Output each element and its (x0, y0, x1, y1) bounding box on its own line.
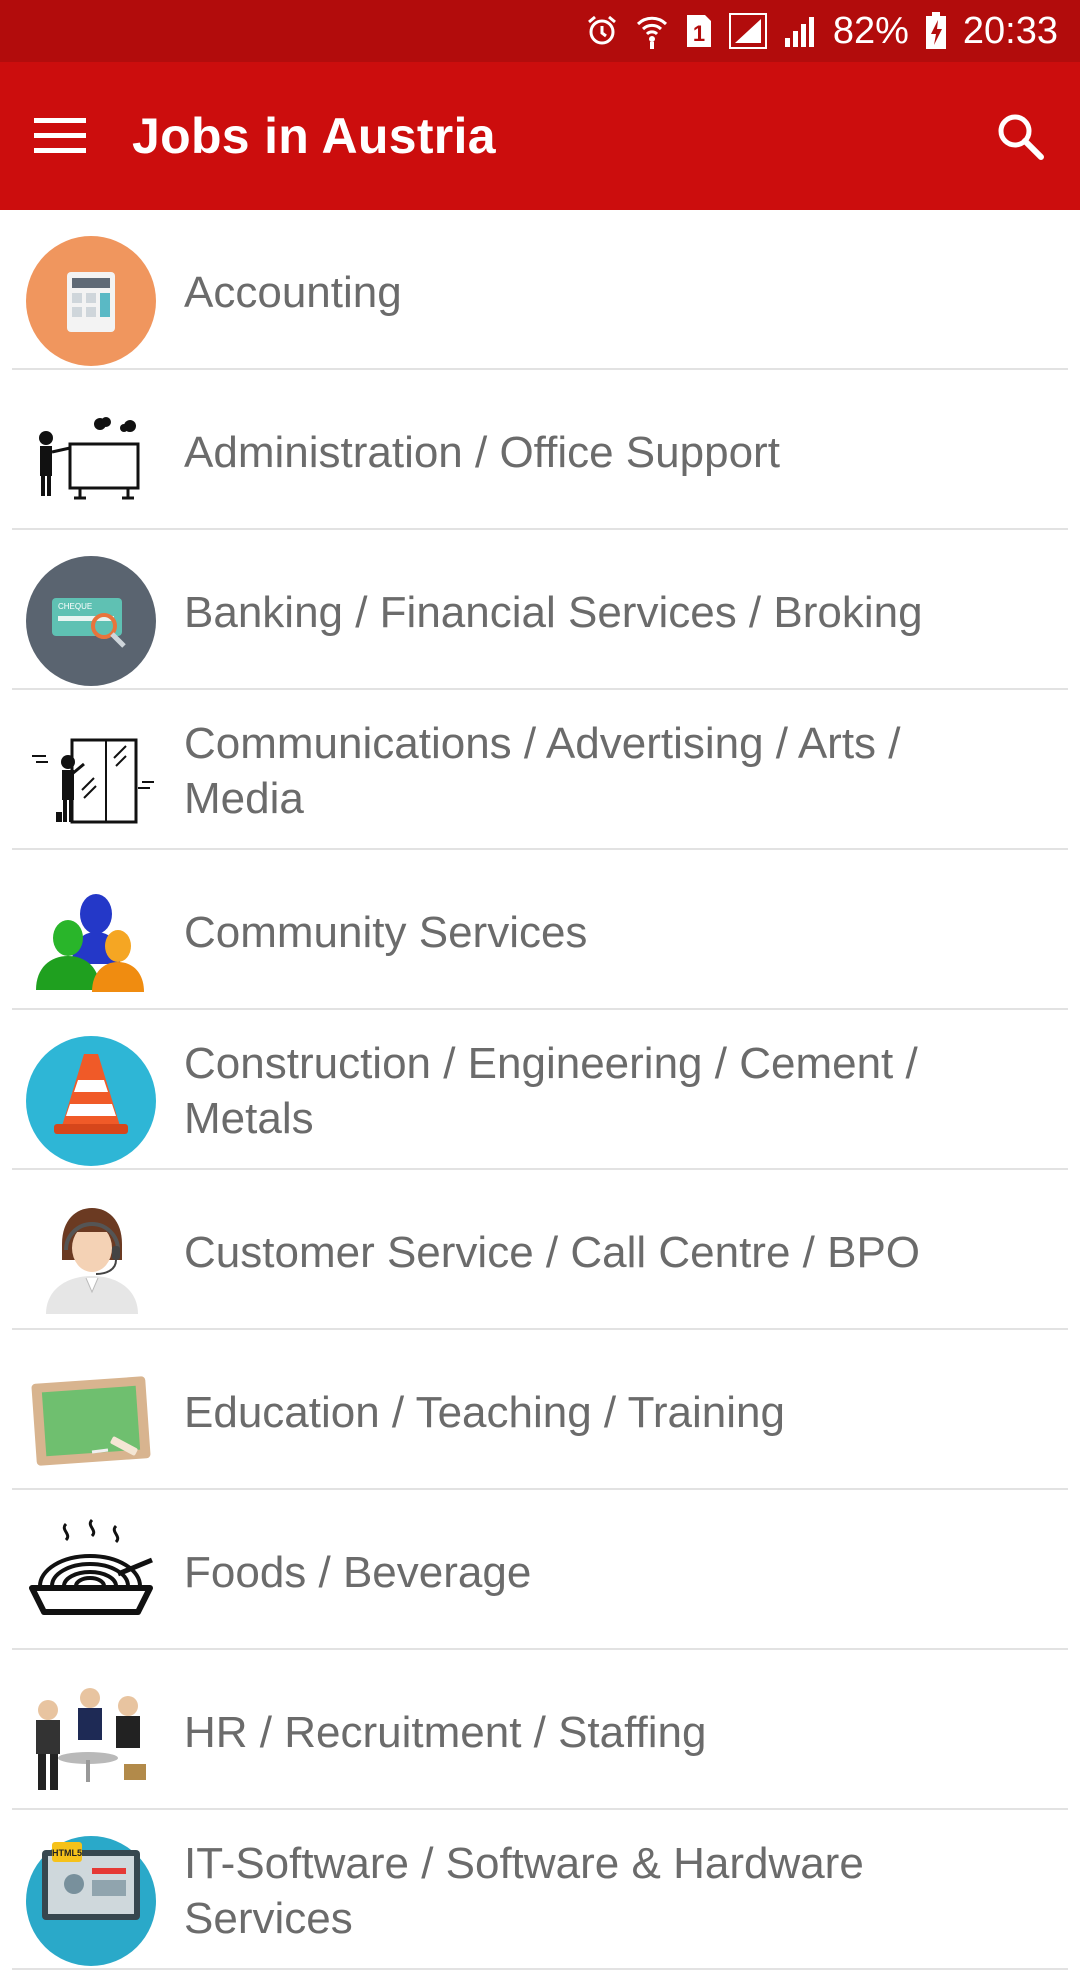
clock: 20:33 (962, 9, 1058, 52)
search-icon[interactable] (990, 106, 1050, 166)
list-item-label: IT-Software / Software & Hardware Servic… (184, 1839, 864, 1943)
people-group-icon (26, 876, 156, 1006)
list-item-label: Foods / Beverage (184, 1548, 532, 1597)
list-item-label: Education / Teaching / Training (184, 1388, 785, 1437)
app-bar: Jobs in Austria (0, 62, 1080, 210)
list-item-education[interactable]: Education / Teaching / Training (12, 1330, 1068, 1490)
status-bar: 1 82% 20:33 (0, 0, 1080, 62)
signal-strength-icon (728, 13, 767, 49)
list-item-label: HR / Recruitment / Staffing (184, 1708, 707, 1757)
list-item-label: Community Services (184, 908, 588, 957)
traffic-cone-icon (26, 1036, 156, 1166)
list-item-it-software[interactable]: HTML5 IT-Software / Software & Hardware … (12, 1810, 1068, 1970)
hamburger-menu-icon[interactable] (30, 106, 90, 166)
battery-charging-icon (925, 12, 947, 50)
business-people-icon (26, 1676, 156, 1806)
noodle-bowl-icon (26, 1516, 156, 1646)
list-item-label: Banking / Financial Services / Broking (184, 588, 923, 637)
headset-agent-icon (26, 1196, 156, 1326)
svg-text:1: 1 (693, 21, 705, 46)
page-title: Jobs in Austria (132, 108, 496, 164)
wifi-calling-icon (635, 12, 669, 50)
list-item-administration[interactable]: Administration / Office Support (12, 370, 1068, 530)
list-item-hr[interactable]: HR / Recruitment / Staffing (12, 1650, 1068, 1810)
cheque-icon: CHEQUE (26, 556, 156, 686)
sim-badge: 1 (685, 13, 713, 49)
list-item-communications[interactable]: Communications / Advertising / Arts / Me… (12, 690, 1068, 850)
calculator-icon (26, 236, 156, 366)
list-item-customer-service[interactable]: Customer Service / Call Centre / BPO (12, 1170, 1068, 1330)
battery-percent: 82% (832, 9, 909, 52)
list-item-foods[interactable]: Foods / Beverage (12, 1490, 1068, 1650)
list-item-banking[interactable]: CHEQUE Banking / Financial Services / Br… (12, 530, 1068, 690)
list-item-label: Customer Service / Call Centre / BPO (184, 1228, 921, 1277)
list-item-accounting[interactable]: Accounting (12, 210, 1068, 370)
list-item-label: Accounting (184, 268, 402, 317)
list-item-community-services[interactable]: Community Services (12, 850, 1068, 1010)
computer-html5-icon: HTML5 (26, 1836, 156, 1966)
svg-text:CHEQUE: CHEQUE (58, 602, 92, 611)
alarm-icon (585, 14, 619, 48)
artist-window-icon (26, 716, 156, 846)
category-list: Accounting Administration / Office Suppo… (0, 210, 1080, 1970)
list-item-label: Construction / Engineering / Cement / Me… (184, 1039, 918, 1143)
signal-strength-2-icon (783, 14, 817, 48)
list-item-construction[interactable]: Construction / Engineering / Cement / Me… (12, 1010, 1068, 1170)
svg-text:HTML5: HTML5 (52, 1848, 82, 1858)
presenter-board-icon (26, 396, 156, 526)
list-item-label: Administration / Office Support (184, 428, 780, 477)
list-item-label: Communications / Advertising / Arts / Me… (184, 719, 901, 823)
chalkboard-icon (26, 1356, 156, 1486)
